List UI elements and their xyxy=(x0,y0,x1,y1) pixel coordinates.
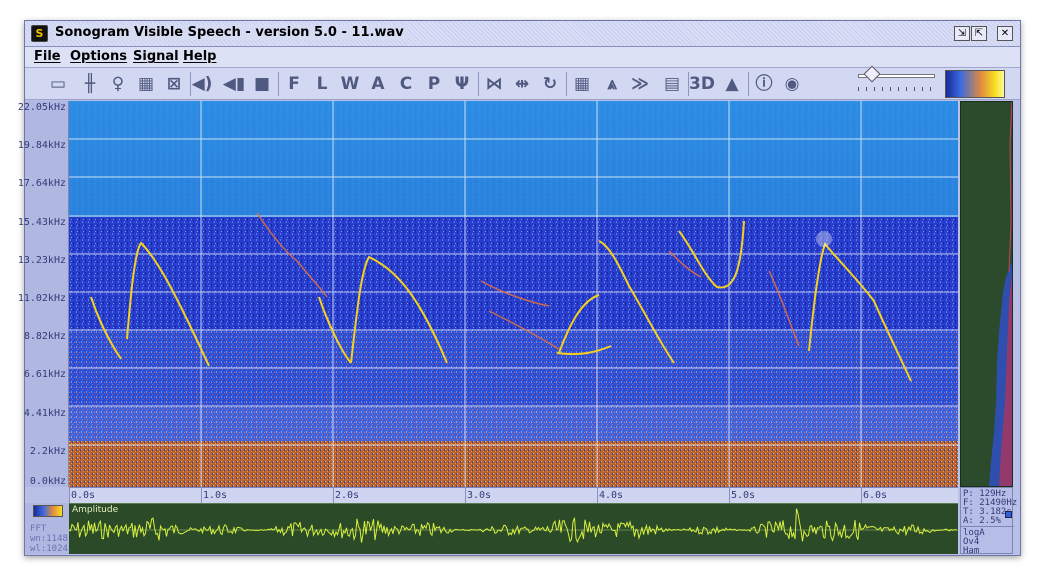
speaker-icon[interactable]: ◀) xyxy=(189,71,215,97)
info-window-function: Ham xyxy=(963,546,980,556)
info-icon[interactable]: ⓘ xyxy=(751,71,777,97)
w-icon[interactable]: W xyxy=(337,71,363,97)
selection-icon[interactable]: ⋈ xyxy=(481,71,507,97)
time-tick xyxy=(201,488,202,504)
psi-icon[interactable]: Ψ xyxy=(449,71,475,97)
power-spectrum-panel xyxy=(960,101,1013,487)
toolbar-separator xyxy=(478,72,479,96)
time-tick xyxy=(333,488,334,504)
frequency-axis: 22.05kHz 19.84kHz 17.64kHz 15.43kHz 13.23kHz… xyxy=(18,101,69,487)
3d-icon[interactable]: 3D xyxy=(689,71,715,97)
info-amplitude: A: 2.5% xyxy=(963,516,1001,526)
title-bar[interactable]: S Sonogram Visible Speech - version 5.0 … xyxy=(25,21,1020,47)
time-tick xyxy=(597,488,598,504)
close-icon[interactable]: ✕ xyxy=(997,26,1013,41)
toolbar-separator xyxy=(278,72,279,96)
zoom-fit-icon[interactable]: ⊠ xyxy=(161,71,187,97)
microphone-icon[interactable]: ♀ xyxy=(105,71,131,97)
window-title: Sonogram Visible Speech - version 5.0 - … xyxy=(54,25,408,40)
l-icon[interactable]: L xyxy=(309,71,335,97)
time-tick-label: 5.0s xyxy=(731,490,756,501)
filter-icon[interactable]: ╫ xyxy=(77,71,103,97)
time-tick-label: 3.0s xyxy=(467,490,492,501)
time-tick xyxy=(861,488,862,504)
frequency-tick-label: 15.43kHz xyxy=(17,216,66,228)
time-tick-label: 6.0s xyxy=(863,490,888,501)
time-axis: 0.0s 1.0s 2.0s 3.0s 4.0s 5.0s 6.0s xyxy=(69,487,958,504)
low-band xyxy=(69,441,958,487)
fft-palette-swatch[interactable] xyxy=(33,505,63,517)
time-tick xyxy=(729,488,730,504)
f-icon[interactable]: F xyxy=(281,71,307,97)
c-icon[interactable]: C xyxy=(393,71,419,97)
waveform-trace xyxy=(69,508,958,544)
fft-label: FFT xyxy=(30,524,47,534)
frequency-tick-label: 22.05kHz xyxy=(17,102,66,113)
toolbar-separator xyxy=(566,72,567,96)
toolbar-separator xyxy=(748,72,749,96)
a-icon[interactable]: A xyxy=(365,71,391,97)
main-window: S Sonogram Visible Speech - version 5.0 … xyxy=(18,20,1021,556)
frequency-tick-label: 13.23kHz xyxy=(17,254,66,266)
time-tick xyxy=(465,488,466,504)
spectrogram-view[interactable] xyxy=(69,101,958,487)
table-icon[interactable]: ▦ xyxy=(569,71,595,97)
time-tick-label: 1.0s xyxy=(203,490,228,501)
color-palette-button[interactable] xyxy=(945,70,1005,98)
menu-file[interactable]: File xyxy=(34,49,61,64)
book-icon[interactable]: ▤ xyxy=(659,71,685,97)
maximize-icon[interactable]: ⇱ xyxy=(971,26,987,41)
waveform-panel[interactable]: Amplitude xyxy=(69,503,958,554)
cursor-info-panel: P: 129Hz F: 21490Hz T: 3.182s A: 2.5% lo… xyxy=(960,487,1017,556)
menu-help[interactable]: Help xyxy=(183,49,216,64)
plot-icon[interactable]: ≫ xyxy=(627,71,653,97)
frequency-tick-label: 8.82kHz xyxy=(23,331,66,343)
layout-icon[interactable]: ▦ xyxy=(133,71,159,97)
spectrum-icon[interactable]: ⩓ xyxy=(599,71,625,97)
menu-options[interactable]: Options xyxy=(70,49,127,64)
time-tick-label: 0.0s xyxy=(71,490,96,501)
fit-selection-icon[interactable]: ⇹ xyxy=(509,71,535,97)
open-file-icon[interactable]: ▭ xyxy=(45,71,71,97)
app-logo-icon: S xyxy=(31,25,48,42)
cursor-highlight xyxy=(816,231,832,247)
fft-settings-panel: FFT wn:1148 wl:1024 xyxy=(25,503,69,554)
menu-signal[interactable]: Signal xyxy=(133,49,179,64)
amplitude-indicator xyxy=(1005,511,1012,518)
p-icon[interactable]: P xyxy=(421,71,447,97)
minimize-icon[interactable]: ⇲ xyxy=(954,26,970,41)
stop-icon[interactable]: ■ xyxy=(249,71,275,97)
frequency-tick-label: 11.02kHz xyxy=(17,293,66,304)
info-separator xyxy=(961,526,1014,527)
frequency-tick-label: 2.2kHz xyxy=(29,445,66,457)
frequency-tick-label: 0.0kHz xyxy=(29,476,66,487)
window-number: wn:1148 xyxy=(30,534,68,544)
frequency-tick-label: 4.41kHz xyxy=(23,407,66,419)
mountains-icon[interactable]: ▲ xyxy=(719,71,745,97)
slider-ticks xyxy=(858,87,936,91)
low-mid-band xyxy=(69,331,958,441)
time-tick-label: 2.0s xyxy=(335,490,360,501)
redo-icon[interactable]: ↻ xyxy=(537,71,563,97)
frequency-tick-label: 19.84kHz xyxy=(17,140,66,152)
window-length: wl:1024 xyxy=(30,544,68,554)
rewind-icon[interactable]: ◀▮ xyxy=(221,71,247,97)
frequency-tick-label: 17.64kHz xyxy=(17,178,66,190)
about-icon[interactable]: ◉ xyxy=(779,71,805,97)
spectrogram[interactable] xyxy=(69,101,958,487)
time-tick xyxy=(69,488,70,504)
frequency-tick-label: 6.61kHz xyxy=(23,369,66,381)
time-tick-label: 4.0s xyxy=(599,490,624,501)
